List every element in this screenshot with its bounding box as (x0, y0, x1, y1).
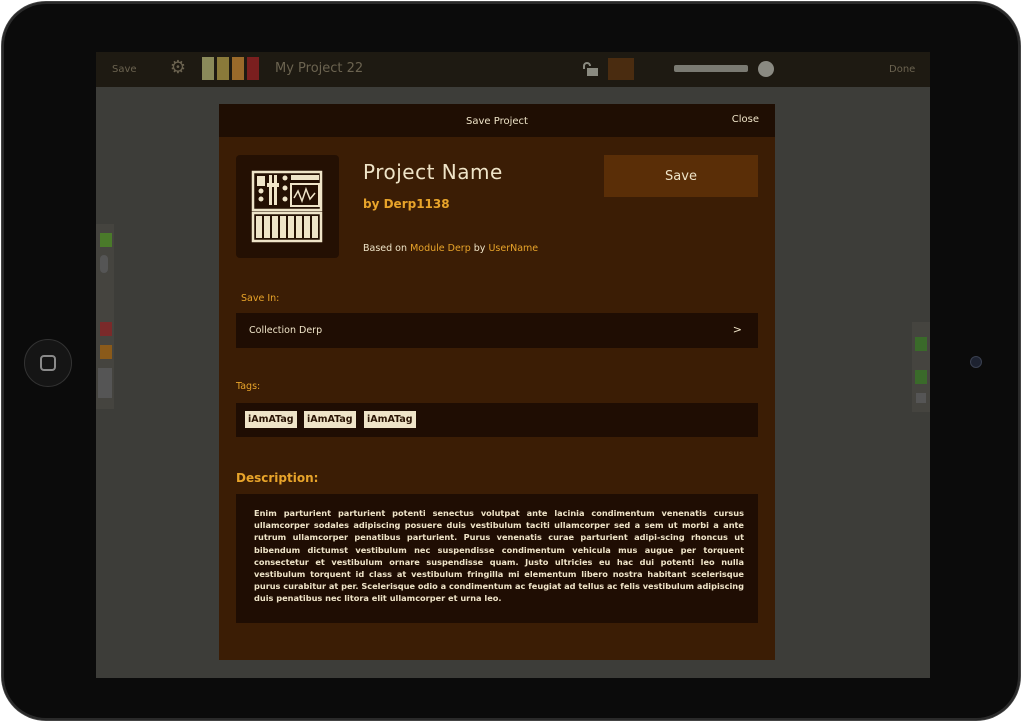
home-square-icon (40, 355, 56, 371)
speaker-icon[interactable] (916, 393, 926, 403)
toolbar-save-button[interactable]: Save (112, 64, 137, 75)
color-swatch[interactable] (232, 57, 244, 80)
based-on-user-link[interactable]: UserName (488, 243, 538, 254)
color-swatch[interactable] (217, 57, 229, 80)
tag-chip[interactable]: iAmATag (245, 411, 297, 428)
save-in-label: Save In: (241, 293, 280, 304)
synth-module-graphic (251, 170, 323, 243)
description-label: Description: (236, 471, 319, 485)
project-name: Project Name (363, 160, 503, 184)
color-swatch[interactable] (202, 57, 214, 80)
modal-header: Save Project Close (219, 104, 775, 137)
app-screen: Save ⚙ My Project 22 Done Save Project C… (96, 52, 930, 678)
collection-name: Collection Derp (249, 325, 323, 336)
save-project-modal: Save Project Close Project Name by Derp1… (219, 104, 775, 660)
tablet-frame: Save ⚙ My Project 22 Done Save Project C… (2, 2, 1020, 720)
volume-slider-track[interactable] (674, 65, 748, 72)
tags-label: Tags: (236, 381, 261, 392)
modal-title: Save Project (466, 116, 528, 127)
camera-icon (970, 356, 982, 368)
side-chip[interactable] (915, 337, 927, 351)
project-title: My Project 22 (275, 61, 364, 76)
description-field[interactable]: Enim parturient parturient potenti senec… (236, 494, 758, 623)
tag-chip[interactable]: iAmATag (304, 411, 356, 428)
tags-field[interactable]: iAmATag iAmATag iAmATag (236, 403, 758, 437)
lock-icon[interactable] (581, 61, 599, 77)
mic-icon[interactable] (100, 255, 108, 273)
side-chip[interactable] (915, 370, 927, 384)
chevron-right-icon: > (732, 323, 742, 336)
based-on-line: Based on Module Derp by UserName (363, 243, 538, 254)
color-preview[interactable] (608, 58, 634, 80)
collection-selector[interactable]: Collection Derp > (236, 313, 758, 348)
based-on-by: by (473, 243, 486, 254)
save-button[interactable]: Save (604, 155, 758, 197)
app-toolbar: Save ⚙ My Project 22 Done (96, 52, 930, 87)
based-on-prefix: Based on (363, 243, 408, 254)
color-swatch[interactable] (247, 57, 259, 80)
keyboard-icon[interactable] (98, 368, 112, 398)
side-chip[interactable] (100, 345, 112, 359)
close-button[interactable]: Close (732, 114, 759, 125)
synth-module-icon (236, 155, 339, 258)
tag-chip[interactable]: iAmATag (364, 411, 416, 428)
project-author: by Derp1138 (363, 197, 450, 211)
done-button[interactable]: Done (889, 64, 915, 75)
based-on-project-link[interactable]: Module Derp (410, 243, 471, 254)
side-chip[interactable] (100, 233, 112, 247)
volume-slider-knob[interactable] (758, 61, 774, 77)
description-text: Enim parturient parturient potenti senec… (254, 508, 744, 604)
home-button[interactable] (24, 339, 72, 387)
side-chip[interactable] (100, 322, 112, 336)
gear-icon[interactable]: ⚙ (168, 58, 188, 78)
